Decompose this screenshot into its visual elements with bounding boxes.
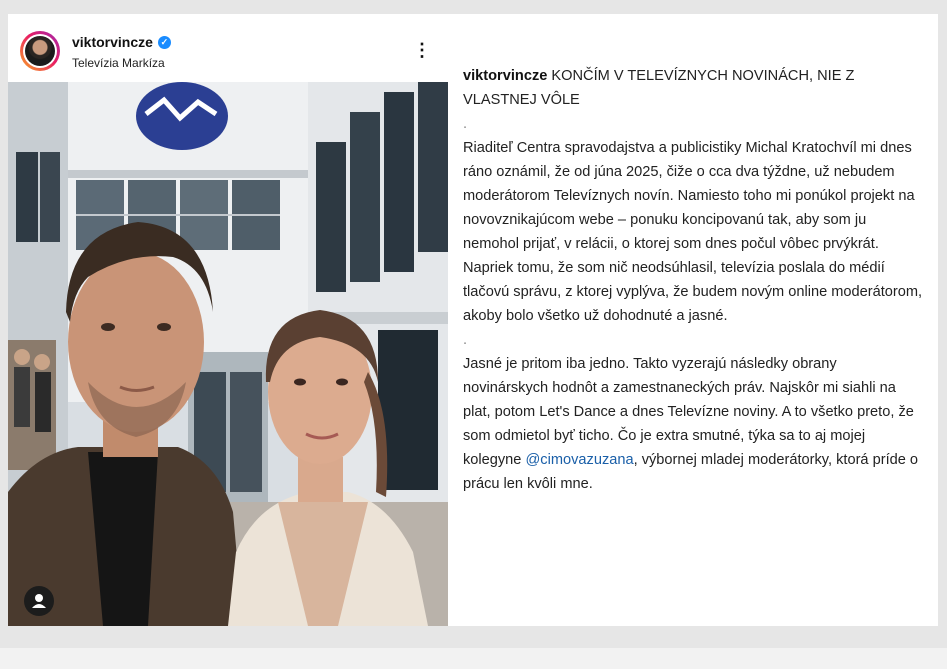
post-caption: viktorvincze KONČÍM V TELEVÍZNYCH NOVINÁ… xyxy=(463,64,925,496)
post-location[interactable]: Televízia Markíza xyxy=(72,56,165,70)
post-username[interactable]: viktorvincze ✓ xyxy=(72,34,171,50)
caption-paragraph-2: Jasné je pritom iba jedno. Takto vyzeraj… xyxy=(463,356,919,492)
bottom-bar xyxy=(0,648,947,669)
post-header: viktorvincze ✓ Televízia Markíza ⋮ xyxy=(8,14,448,82)
post-photo[interactable] xyxy=(8,82,448,626)
mention-link[interactable]: @cimovazuzana xyxy=(525,452,633,468)
caption-separator: . xyxy=(463,116,468,132)
caption-separator: . xyxy=(463,332,468,348)
avatar-photo xyxy=(25,36,55,66)
user-tag-icon[interactable] xyxy=(24,586,54,616)
photo-illustration xyxy=(8,82,448,626)
profile-avatar[interactable] xyxy=(20,31,60,71)
instagram-post: viktorvincze ✓ Televízia Markíza ⋮ vikto… xyxy=(8,14,938,626)
more-vertical-icon[interactable]: ⋮ xyxy=(412,40,432,60)
caption-username[interactable]: viktorvincze xyxy=(463,68,547,84)
caption-title-line: viktorvincze KONČÍM V TELEVÍZNYCH NOVINÁ… xyxy=(463,64,925,112)
verified-badge-icon: ✓ xyxy=(157,35,171,49)
caption-paragraph-1: Riaditeľ Centra spravodajstva a publicis… xyxy=(463,140,923,324)
